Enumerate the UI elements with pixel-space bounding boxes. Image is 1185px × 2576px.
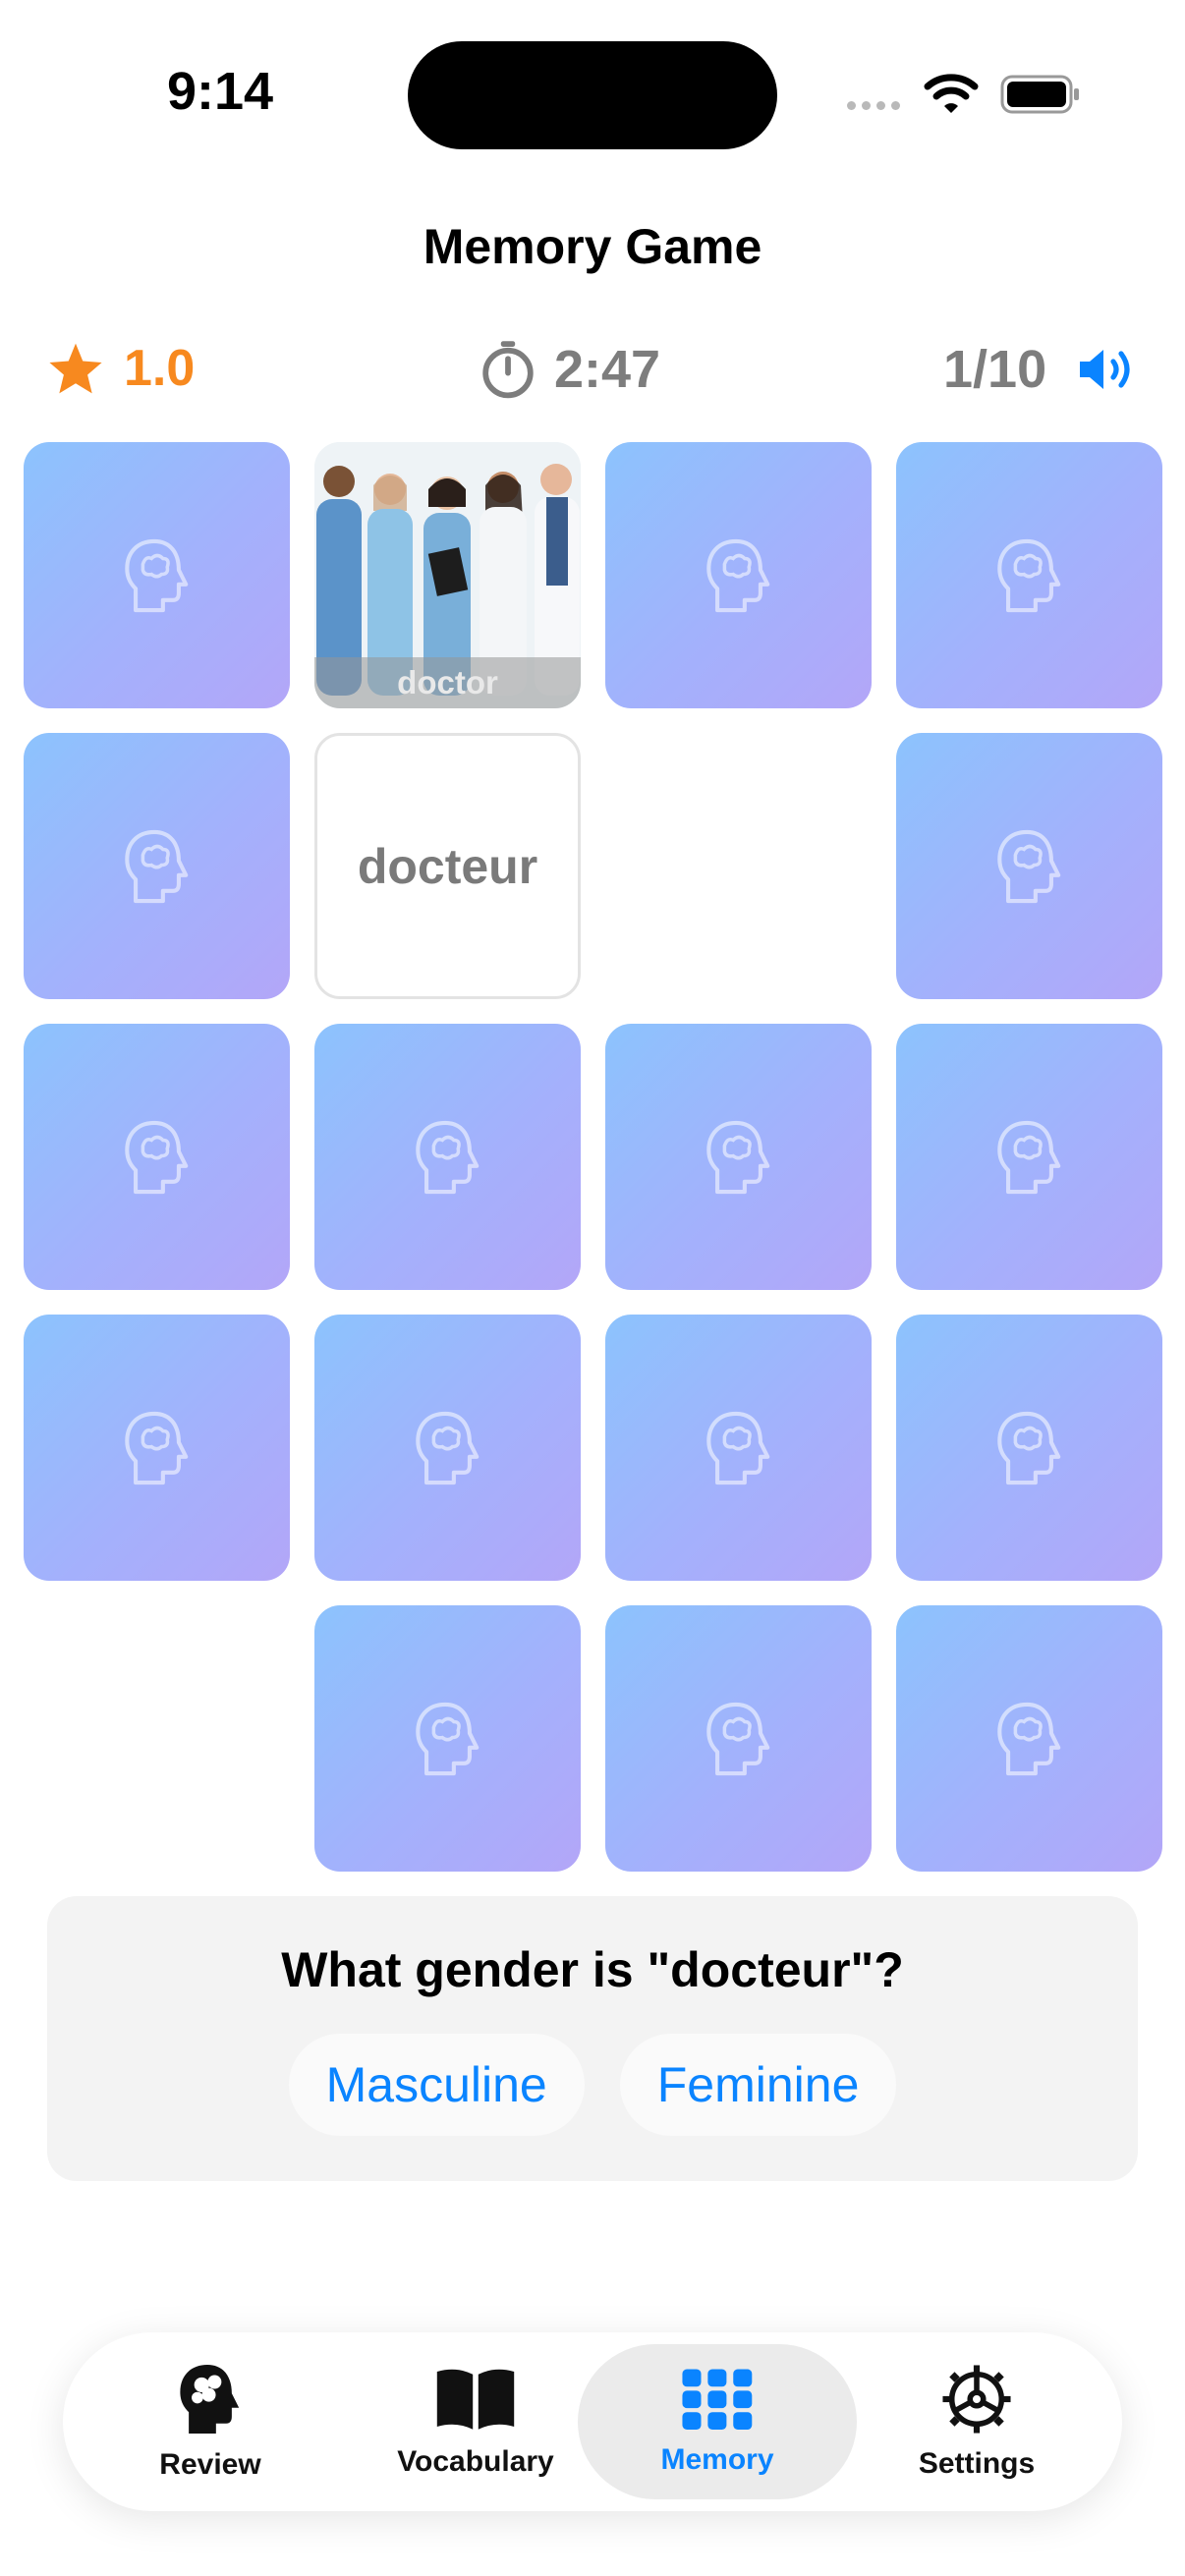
brain-head-icon	[125, 1411, 189, 1485]
tab-label-settings: Settings	[918, 2447, 1036, 2480]
feminine-button[interactable]: Feminine	[619, 2034, 897, 2136]
brain-head-icon	[997, 1120, 1061, 1195]
card-word-text: docteur	[357, 838, 538, 894]
brain-head-icon	[706, 538, 770, 613]
card-grid: doctor docteur	[24, 442, 1162, 1872]
card-face-down[interactable]	[605, 1605, 872, 1872]
battery-icon	[1000, 75, 1079, 114]
tab-label-review: Review	[159, 2448, 261, 2481]
progress: 1/10	[943, 339, 1139, 400]
brain-head-icon	[706, 1120, 770, 1195]
status-time: 9:14	[167, 62, 274, 121]
brain-head-icon	[180, 2365, 240, 2434]
brain-head-icon	[997, 1702, 1061, 1776]
grid-icon	[682, 2369, 753, 2430]
card-slot-empty	[24, 1605, 290, 1872]
tab-bar: Review Vocabulary Memory Settings	[63, 2332, 1122, 2511]
question-text: What gender is "docteur"?	[281, 1942, 904, 1997]
wifi-icon	[924, 74, 979, 113]
card-face-down[interactable]	[896, 1315, 1162, 1581]
gender-question-panel: What gender is "docteur"? Masculine Femi…	[47, 1896, 1138, 2181]
stats-row: 1.0 2:47 1/10	[0, 339, 1185, 408]
brain-head-icon	[997, 829, 1061, 904]
stopwatch-icon	[482, 341, 534, 399]
speaker-icon[interactable]	[1076, 345, 1139, 394]
brain-head-icon	[706, 1702, 770, 1776]
card-face-down[interactable]	[896, 1024, 1162, 1290]
card-face-down[interactable]	[24, 1315, 290, 1581]
tab-vocabulary[interactable]: Vocabulary	[348, 2344, 603, 2499]
masculine-button[interactable]: Masculine	[288, 2034, 585, 2136]
brain-head-icon	[416, 1120, 480, 1195]
dynamic-island	[408, 41, 777, 149]
brain-head-icon	[997, 1411, 1061, 1485]
cellular-signal-icon	[847, 101, 900, 110]
tab-label-vocabulary: Vocabulary	[397, 2445, 554, 2478]
card-face-down[interactable]	[24, 1024, 290, 1290]
brain-head-icon	[416, 1411, 480, 1485]
brain-head-icon	[125, 829, 189, 904]
card-face-down[interactable]	[896, 442, 1162, 708]
page-title: Memory Game	[423, 219, 762, 274]
brain-head-icon	[706, 1411, 770, 1485]
tab-review[interactable]: Review	[83, 2344, 338, 2499]
gear-icon	[942, 2365, 1011, 2434]
card-face-down[interactable]	[24, 733, 290, 999]
brain-head-icon	[416, 1702, 480, 1776]
score-value: 1.0	[124, 340, 196, 397]
card-face-down[interactable]	[314, 1315, 581, 1581]
tab-memory[interactable]: Memory	[578, 2344, 857, 2499]
card-image[interactable]: doctor	[314, 442, 581, 708]
progress-value: 1/10	[943, 340, 1047, 399]
tab-label-memory: Memory	[660, 2443, 774, 2476]
card-face-down[interactable]	[896, 733, 1162, 999]
brain-head-icon	[125, 1120, 189, 1195]
card-face-down[interactable]	[605, 1024, 872, 1290]
card-face-down[interactable]	[314, 1024, 581, 1290]
brain-head-icon	[997, 538, 1061, 613]
answer-options: Masculine Feminine	[47, 2034, 1138, 2136]
card-image-caption: doctor	[314, 657, 581, 708]
brain-head-icon	[125, 538, 189, 613]
timer: 2:47	[480, 339, 660, 400]
card-face-down[interactable]	[314, 1605, 581, 1872]
timer-value: 2:47	[554, 340, 661, 399]
card-slot-empty	[605, 733, 872, 999]
card-face-down[interactable]	[605, 442, 872, 708]
card-face-down[interactable]	[605, 1315, 872, 1581]
book-icon	[436, 2369, 515, 2430]
card-word[interactable]: docteur	[314, 733, 581, 999]
star-icon	[49, 343, 102, 394]
card-face-down[interactable]	[896, 1605, 1162, 1872]
score: 1.0	[47, 339, 195, 398]
card-face-down[interactable]	[24, 442, 290, 708]
tab-settings[interactable]: Settings	[849, 2344, 1104, 2499]
